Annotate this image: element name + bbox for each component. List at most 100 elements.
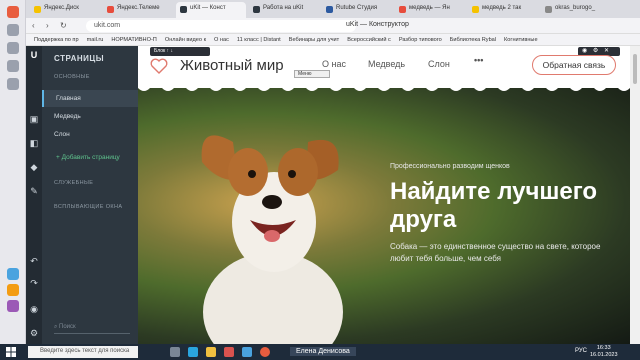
bookmarks-bar: Поддержка по пр mail.ru НОРМАТИВНО-П Онлайн…: [26, 34, 640, 46]
tab-strip: Яндекс.Диск Яндекс.Телеме uKit — Конст Рабо…: [26, 0, 640, 18]
bookmark-item[interactable]: mail.ru: [87, 37, 104, 43]
music-icon[interactable]: [7, 284, 19, 296]
undo-icon[interactable]: ↶: [29, 256, 39, 266]
url-text: ukit.com: [94, 22, 121, 29]
hero-section[interactable]: Профессионально разводим щенков Найдите …: [138, 88, 630, 344]
add-page-button[interactable]: + Добавить страницу: [56, 154, 120, 161]
tab-label: okras_burogo_: [555, 5, 596, 11]
more-icon[interactable]: •••: [474, 55, 483, 65]
bookmark-item[interactable]: Поддержка по пр: [34, 37, 79, 43]
tab-label: Яндекс.Диск: [44, 5, 79, 11]
clock-date: 16.01.2023: [590, 352, 618, 358]
hero-subtext: Собака — это единственное существо на св…: [390, 242, 601, 263]
tab-label: Rutube Студия: [336, 5, 378, 11]
heart-logo-icon: [150, 58, 168, 74]
forward-icon[interactable]: ›: [46, 21, 49, 30]
blocks-icon[interactable]: ◧: [29, 138, 39, 148]
bookmark-item[interactable]: НОРМАТИВНО-П: [111, 37, 156, 43]
page-item-label: Медведь: [54, 113, 81, 120]
page-item-main[interactable]: Главная: [42, 90, 138, 107]
media-icon[interactable]: [224, 347, 234, 357]
page-item-label: Слон: [54, 131, 70, 138]
notes-icon[interactable]: [7, 78, 19, 90]
tab-favicon-icon: [180, 6, 187, 13]
address-bar: ‹ › ↻ ukit.com uKit — Конструктор: [26, 18, 640, 34]
browser-tab[interactable]: okras_burogo_: [541, 2, 611, 18]
editor-toolbar: U ▣ ◧ ◆ ✎ ↶ ↷ ◉ ⚙: [26, 46, 42, 344]
taskbar-search-input[interactable]: Введите здесь текст для поиска: [28, 346, 138, 358]
pages-icon[interactable]: ▣: [29, 114, 39, 124]
site-canvas: Блок ↑ ↓ ◉ ⚙ ✕ Животный мир О нас Медвед…: [138, 46, 630, 344]
wave-divider: [138, 88, 630, 91]
nav-link-elephant[interactable]: Слон: [428, 59, 450, 69]
page-item-bear[interactable]: Медведь: [42, 108, 138, 125]
tab-label: медведь 2 так: [482, 5, 522, 11]
clock-time: 16:33: [596, 345, 611, 351]
bookmark-item[interactable]: 11 класс | Distant: [237, 37, 281, 43]
page-item-elephant[interactable]: Слон: [42, 126, 138, 143]
browser-tab[interactable]: Rutube Студия: [322, 2, 392, 18]
explorer-icon[interactable]: [206, 347, 216, 357]
bookmark-item[interactable]: Вебинары для учит: [289, 37, 340, 43]
task-view-icon[interactable]: [170, 347, 180, 357]
taskbar: Введите здесь текст для поиска Елена Ден…: [0, 344, 640, 360]
bookmark-item[interactable]: О нас: [214, 37, 229, 43]
messenger-icon[interactable]: [7, 268, 19, 280]
widgets-icon[interactable]: ✎: [29, 186, 39, 196]
menu-tag[interactable]: Меню: [294, 70, 330, 78]
nav-link-bear[interactable]: Медведь: [368, 59, 405, 69]
yandex-browser-icon[interactable]: [260, 347, 270, 357]
block-toolbar-label: Блок: [154, 48, 166, 54]
bookmark-item[interactable]: Разбор типового: [399, 37, 442, 43]
hero-tagline: Профессионально разводим щенков: [390, 163, 510, 170]
block-toolbar[interactable]: Блок ↑ ↓: [150, 47, 210, 56]
tab-favicon-icon: [326, 6, 333, 13]
browser-tab[interactable]: медведь 2 так: [468, 2, 538, 18]
section-service-label[interactable]: СЛУЖЕБНЫЕ: [54, 180, 93, 186]
browser-tab[interactable]: Яндекс.Диск: [30, 2, 100, 18]
redo-icon[interactable]: ↷: [29, 278, 39, 288]
language-indicator[interactable]: РУС: [575, 348, 587, 354]
search-placeholder: Поиск: [59, 324, 76, 330]
active-window-label[interactable]: Елена Денисова: [290, 347, 356, 356]
browser-tab[interactable]: uKit — Конст: [176, 2, 246, 18]
alice-icon[interactable]: [7, 300, 19, 312]
edge-icon[interactable]: [188, 347, 198, 357]
page-scrollbar[interactable]: [630, 46, 640, 344]
browser-tab[interactable]: Работа на uKit: [249, 2, 319, 18]
ukit-logo-icon[interactable]: U: [29, 50, 39, 60]
site-header[interactable]: Блок ↑ ↓ ◉ ⚙ ✕ Животный мир О нас Медвед…: [138, 46, 630, 88]
menu-tag-label: Меню: [298, 71, 312, 77]
pages-search-input[interactable]: ⌕ Поиск: [54, 324, 130, 334]
bookmark-item[interactable]: Всероссийский с: [347, 37, 391, 43]
store-icon[interactable]: [242, 347, 252, 357]
tab-label: Яндекс.Телеме: [117, 5, 160, 11]
bookmark-item[interactable]: Когнитивные: [504, 37, 538, 43]
downloads-icon[interactable]: [7, 60, 19, 72]
reload-icon[interactable]: ↻: [60, 21, 67, 30]
browser-tab[interactable]: Яндекс.Телеме: [103, 2, 173, 18]
bookmark-item[interactable]: Онлайн видео к: [165, 37, 206, 43]
bookmark-item[interactable]: Библиотека Rybal: [450, 37, 496, 43]
scrollbar-thumb[interactable]: [633, 54, 637, 84]
feedback-button[interactable]: Обратная связь: [532, 55, 616, 75]
bookmarks-icon[interactable]: [7, 24, 19, 36]
browser-tab[interactable]: медведь — Ян: [395, 2, 465, 18]
tab-favicon-icon: [545, 6, 552, 13]
tab-favicon-icon: [253, 6, 260, 13]
preview-icon[interactable]: ◉: [29, 304, 39, 314]
section-popups-label[interactable]: ВСПЛЫВАЮЩИЕ ОКНА: [54, 204, 122, 210]
section-main-label: ОСНОВНЫЕ: [54, 74, 90, 80]
windows-start-icon[interactable]: [6, 347, 16, 357]
nav-link-about[interactable]: О нас: [322, 59, 346, 69]
history-icon[interactable]: [7, 42, 19, 54]
tab-favicon-icon: [34, 6, 41, 13]
site-title: Животный мир: [180, 57, 284, 74]
design-icon[interactable]: ◆: [29, 162, 39, 172]
clock[interactable]: 16:33 16.01.2023: [590, 345, 618, 359]
back-icon[interactable]: ‹: [32, 21, 35, 30]
settings-icon[interactable]: ⚙: [29, 328, 39, 338]
browser-logo-icon[interactable]: [7, 6, 19, 18]
url-input[interactable]: ukit.com: [86, 20, 356, 32]
page-item-label: Главная: [56, 95, 81, 102]
